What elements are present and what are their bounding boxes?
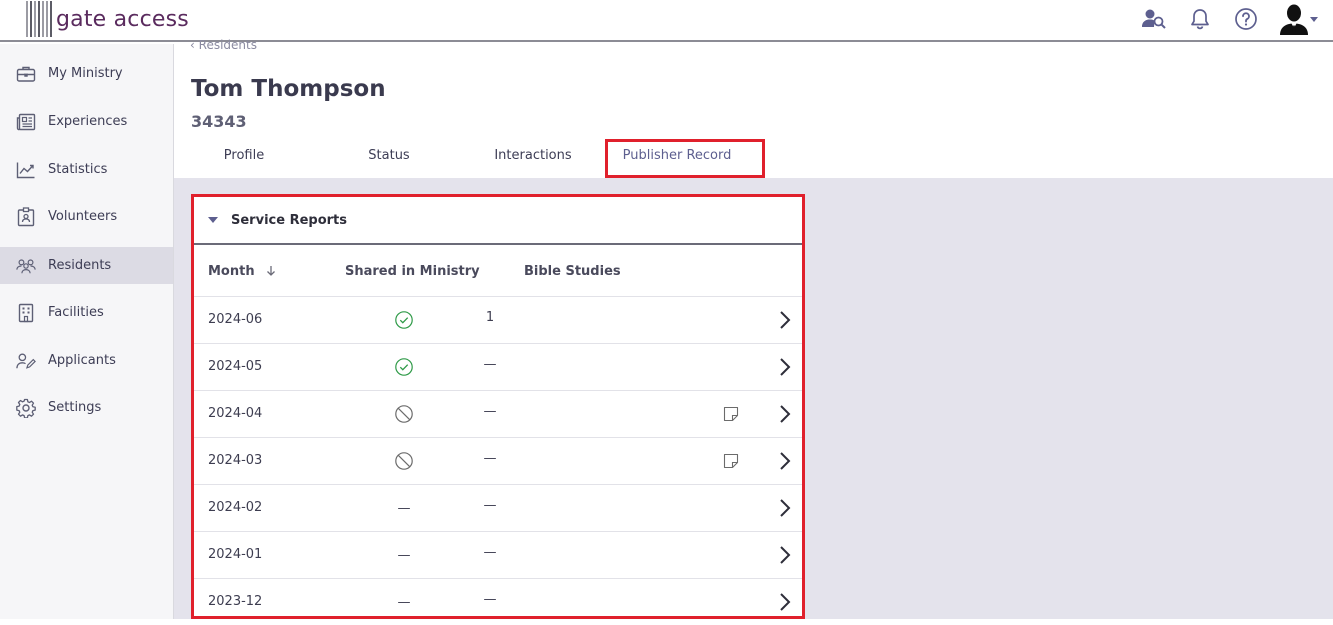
brand-name: gate access	[56, 6, 189, 32]
chevron-left-icon: ‹	[190, 38, 195, 52]
month-cell: 2024-05	[208, 359, 263, 374]
card-title: Service Reports	[231, 212, 347, 228]
table-row[interactable]: 2024-04 —	[194, 390, 802, 437]
tab-interactions[interactable]: Interactions	[486, 148, 580, 174]
chevron-down-icon[interactable]	[1309, 15, 1319, 23]
sidebar: My Ministry Experiences Statistics Volun…	[0, 44, 174, 619]
blocked-icon	[392, 450, 416, 472]
collapse-triangle-icon[interactable]	[208, 217, 218, 223]
newspaper-icon	[16, 112, 36, 132]
sidebar-item-label: Applicants	[48, 353, 116, 368]
note-icon[interactable]	[722, 405, 740, 423]
id-badge-icon	[16, 206, 36, 227]
sidebar-item-statistics[interactable]: Statistics	[0, 151, 173, 188]
note-icon[interactable]	[722, 452, 740, 470]
tab-status[interactable]: Status	[348, 148, 430, 174]
month-cell: 2023-12	[208, 594, 263, 609]
service-reports-card: Service Reports Month Shared in Ministry…	[191, 194, 805, 619]
month-cell: 2024-03	[208, 453, 263, 468]
chevron-right-icon[interactable]	[778, 356, 792, 378]
table-row[interactable]: 2024-01 — —	[194, 531, 802, 578]
bible-studies-cell: —	[483, 357, 497, 372]
brand-logo[interactable]: gate access	[26, 0, 189, 38]
chevron-right-icon[interactable]	[778, 544, 792, 566]
avatar[interactable]	[1279, 4, 1323, 35]
sidebar-item-label: My Ministry	[48, 66, 123, 81]
bible-studies-cell: —	[483, 545, 497, 560]
table-row[interactable]: 2024-02 — —	[194, 484, 802, 531]
sidebar-item-label: Settings	[48, 400, 102, 415]
top-bar: gate access	[0, 0, 1333, 42]
sidebar-item-label: Statistics	[48, 162, 108, 177]
sort-down-icon[interactable]	[265, 265, 277, 277]
chevron-right-icon[interactable]	[778, 450, 792, 472]
sidebar-item-my-ministry[interactable]: My Ministry	[0, 55, 173, 92]
table-row[interactable]: 2024-05 —	[194, 343, 802, 390]
breadcrumb[interactable]: ‹ Residents	[190, 38, 257, 52]
chevron-right-icon[interactable]	[778, 497, 792, 519]
service-reports-header[interactable]: Service Reports	[194, 197, 802, 245]
shared-value: —	[397, 500, 411, 516]
column-header-bible-studies[interactable]: Bible Studies	[524, 264, 621, 279]
chevron-right-icon[interactable]	[778, 403, 792, 425]
help-icon[interactable]	[1233, 6, 1259, 32]
resident-id: 34343	[191, 112, 247, 131]
bible-studies-cell: 1	[485, 310, 495, 325]
month-cell: 2024-06	[208, 312, 263, 327]
chart-line-icon	[16, 160, 36, 180]
bible-studies-cell: —	[483, 451, 497, 466]
sidebar-item-residents[interactable]: Residents	[0, 247, 173, 284]
table-row[interactable]: 2024-03 —	[194, 437, 802, 484]
sidebar-item-label: Facilities	[48, 305, 104, 320]
chevron-right-icon[interactable]	[778, 591, 792, 613]
main-content: ‹ Residents Tom Thompson 34343 Profile S…	[174, 38, 1333, 619]
month-cell: 2024-01	[208, 547, 263, 562]
resident-search-icon[interactable]	[1141, 6, 1167, 32]
sidebar-item-label: Experiences	[48, 114, 128, 129]
check-circle-icon	[392, 356, 416, 378]
check-circle-icon	[392, 309, 416, 331]
month-cell: 2024-04	[208, 406, 263, 421]
month-cell: 2024-02	[208, 500, 263, 515]
sidebar-item-experiences[interactable]: Experiences	[0, 103, 173, 140]
tab-profile[interactable]: Profile	[204, 148, 284, 174]
selected-tab-highlight	[605, 139, 765, 178]
bible-studies-cell: —	[483, 498, 497, 513]
sidebar-item-volunteers[interactable]: Volunteers	[0, 198, 173, 235]
person-edit-icon	[16, 351, 36, 371]
resident-name: Tom Thompson	[191, 76, 386, 102]
sidebar-item-label: Residents	[48, 258, 112, 273]
sidebar-item-applicants[interactable]: Applicants	[0, 342, 173, 379]
building-icon	[16, 303, 36, 323]
shared-value: —	[397, 594, 411, 610]
shared-value: —	[397, 547, 411, 563]
column-header-month[interactable]: Month	[208, 264, 277, 279]
bell-icon[interactable]	[1187, 6, 1213, 32]
gear-icon	[16, 398, 36, 418]
sidebar-item-settings[interactable]: Settings	[0, 389, 173, 426]
breadcrumb-link[interactable]: Residents	[199, 38, 257, 52]
briefcase-icon	[16, 64, 36, 84]
sidebar-item-facilities[interactable]: Facilities	[0, 294, 173, 331]
chevron-right-icon[interactable]	[778, 309, 792, 331]
blocked-icon	[392, 403, 416, 425]
table-row[interactable]: 2024-06 1	[194, 296, 802, 343]
logo-mark	[26, 1, 52, 37]
people-icon	[16, 256, 36, 276]
column-header-shared[interactable]: Shared in Ministry	[345, 264, 480, 279]
bible-studies-cell: —	[483, 404, 497, 419]
sidebar-item-label: Volunteers	[48, 209, 118, 224]
bible-studies-cell: —	[483, 592, 497, 607]
table-row[interactable]: 2023-12 — —	[194, 578, 802, 625]
